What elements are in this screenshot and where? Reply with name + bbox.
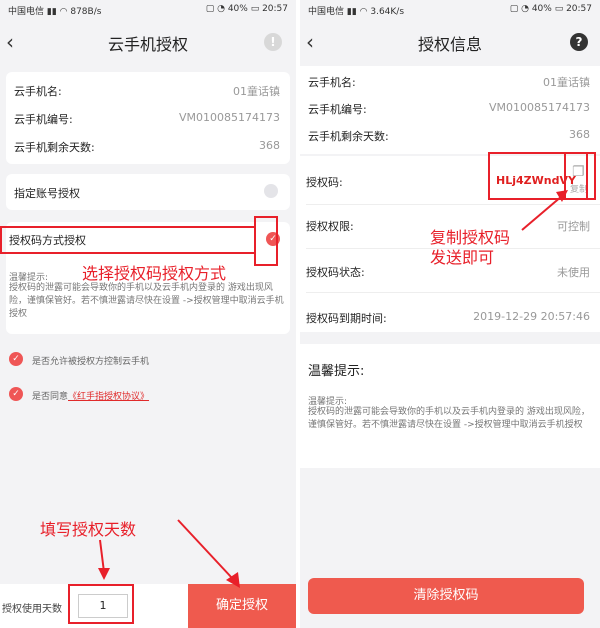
left-phone-screen: 中国电信 ▮▮ ◠ 878B/s ▢ ◔ 40% ▭ 20:57 ‹ 云手机授权… <box>0 0 296 628</box>
right-phone-screen: 中国电信 ▮▮ ◠ 3.64K/s ▢ ◔ 40% ▭ 20:57 ‹ 授权信息… <box>300 0 600 628</box>
arrowhead-days-icon <box>98 568 110 580</box>
screenshot-composite: 中国电信 ▮▮ ◠ 878B/s ▢ ◔ 40% ▭ 20:57 ‹ 云手机授权… <box>0 0 600 628</box>
arrow-to-confirm-icon <box>177 519 233 579</box>
annotation-arrows <box>521 190 568 231</box>
annotation-arrows <box>98 519 240 588</box>
arrow-to-copy-icon <box>521 195 563 231</box>
arrow-to-days-icon <box>99 539 105 573</box>
